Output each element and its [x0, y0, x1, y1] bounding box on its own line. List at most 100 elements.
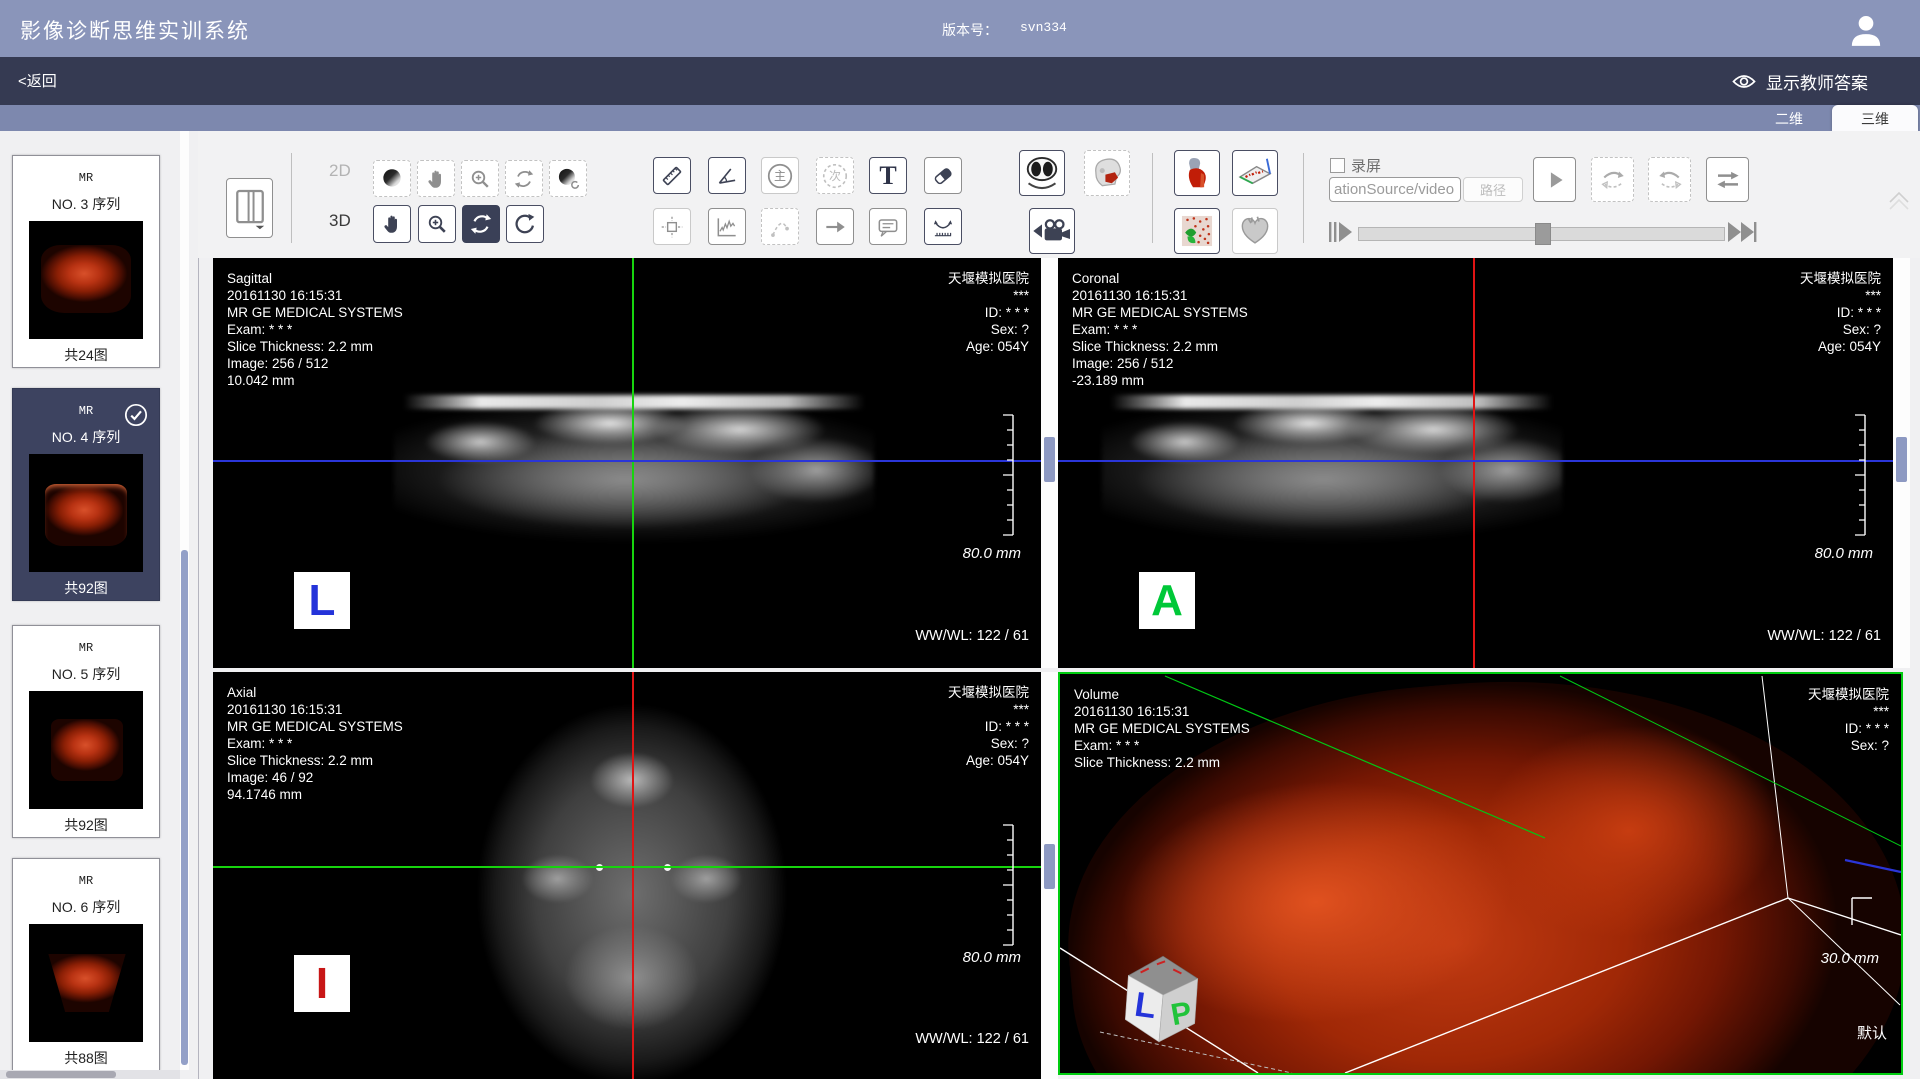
volume-preset-label: 默认	[1857, 1022, 1887, 1043]
series-image-count: 共92图	[13, 578, 159, 598]
coronal-scrollbar-thumb[interactable]	[1896, 437, 1907, 482]
series-card-no6[interactable]: MR NO. 6 序列 共88图	[12, 858, 160, 1071]
sidebar-hscrollbar-thumb[interactable]	[6, 1071, 116, 1078]
angle-icon	[714, 163, 740, 189]
crosshair-horizontal-blue[interactable]	[1058, 460, 1893, 462]
user-profile-button[interactable]	[1846, 10, 1886, 50]
pan-3d-button[interactable]	[373, 205, 411, 243]
rotate-icon	[512, 167, 536, 191]
segmentation-icon	[1178, 212, 1216, 250]
eraser-icon	[930, 163, 956, 189]
knee-mpr-preset-button[interactable]	[1174, 150, 1220, 196]
series-name: NO. 6 序列	[13, 897, 159, 917]
series-card-no5[interactable]: MR NO. 5 序列 共92图	[12, 625, 160, 838]
rotate-3d-button-selected[interactable]	[462, 205, 500, 243]
segmentation-preset-button[interactable]	[1174, 208, 1220, 254]
sidebar-scrollbar[interactable]	[180, 131, 189, 1070]
angle-tool-button[interactable]	[708, 157, 746, 194]
slice-registration-preset-button[interactable]	[1232, 150, 1278, 196]
axial-scrollbar[interactable]	[1041, 672, 1058, 1079]
viewport-axial[interactable]: Axial 20161130 16:15:31 MR GE MEDICAL SY…	[213, 672, 1041, 1079]
wwwl-2d-button[interactable]	[373, 160, 411, 197]
secondary-region-tool-button[interactable]: 次	[816, 157, 854, 194]
comment-tool-button[interactable]	[869, 208, 907, 245]
sidebar-scrollbar-thumb[interactable]	[181, 550, 188, 1065]
version-info: 版本号： svn334	[942, 20, 1067, 40]
sagittal-scrollbar-thumb[interactable]	[1044, 437, 1055, 482]
app-window: 影像诊断思维实训系统 版本号： svn334 <返回 显示教师答案 二维 三维	[0, 0, 1920, 1079]
crosshair-vertical-red[interactable]	[632, 672, 634, 1079]
record-checkbox[interactable]	[1330, 158, 1345, 173]
viewport-sagittal[interactable]: Sagittal 20161130 16:15:31 MR GE MEDICAL…	[213, 258, 1041, 668]
sidebar-hscrollbar[interactable]	[0, 1070, 180, 1079]
crosshair-vertical-green[interactable]	[632, 258, 634, 668]
histogram-tool-button[interactable]	[708, 208, 746, 245]
rotate-icon	[468, 211, 494, 237]
skull-volume-preset-button[interactable]	[1084, 150, 1130, 196]
selected-check-icon	[123, 402, 149, 428]
arrow-tool-icon	[822, 214, 848, 240]
pan-hand-icon	[424, 167, 448, 191]
record-path-button[interactable]: 路径	[1463, 177, 1523, 202]
crosshair-horizontal-blue[interactable]	[213, 460, 1041, 462]
pan-2d-button[interactable]	[417, 160, 455, 197]
orientation-cube[interactable]: L P	[1108, 947, 1214, 1049]
playback-slider[interactable]	[1358, 227, 1725, 241]
viewport-volume-selected[interactable]: Volume 20161130 16:15:31 MR GE MEDICAL S…	[1058, 672, 1903, 1075]
main-region-tool-button[interactable]: 主	[761, 157, 799, 194]
ct-slice-preset-button[interactable]	[1019, 150, 1065, 196]
tab-2d[interactable]: 二维	[1746, 105, 1832, 131]
rotate-2d-button[interactable]	[505, 160, 543, 197]
arrow-tool-button[interactable]	[816, 208, 854, 245]
zoom-3d-button[interactable]	[418, 205, 456, 243]
swap-direction-button[interactable]	[1706, 157, 1749, 202]
play-button[interactable]	[1533, 157, 1576, 202]
series-thumbnail	[29, 221, 143, 339]
zoom-in-icon	[468, 167, 492, 191]
collapse-toolbar-button[interactable]	[1886, 187, 1912, 220]
viewport-title: Coronal	[1072, 270, 1248, 287]
mode-2d-label: 2D	[329, 161, 351, 181]
viewport-layout-button[interactable]	[226, 178, 273, 238]
roi-box-icon	[659, 214, 685, 240]
coronal-mri-image	[1102, 389, 1562, 545]
sagittal-mri-image	[394, 389, 874, 545]
reset-view-icon	[512, 211, 538, 237]
export-video-button[interactable]	[1029, 208, 1075, 254]
histogram-icon	[714, 214, 740, 240]
series-image-count: 共24图	[13, 345, 159, 365]
eraser-tool-button[interactable]	[924, 157, 962, 194]
fast-forward-icon[interactable]	[1727, 219, 1763, 245]
axial-scrollbar-thumb[interactable]	[1044, 844, 1055, 889]
rotate-forward-button[interactable]	[1591, 157, 1634, 202]
scale-label: 80.0 mm	[963, 949, 1021, 966]
step-start-icon[interactable]	[1328, 219, 1356, 245]
rotate-backward-button[interactable]	[1648, 157, 1691, 202]
viewport-coronal[interactable]: Coronal 20161130 16:15:31 MR GE MEDICAL …	[1058, 258, 1893, 668]
text-tool-button[interactable]: T	[869, 157, 907, 194]
back-button[interactable]: <返回	[18, 70, 57, 91]
roi-box-tool-button[interactable]	[653, 208, 691, 245]
tab-3d[interactable]: 三维	[1832, 105, 1918, 131]
text-tool-icon: T	[879, 163, 896, 189]
zoom-2d-button[interactable]	[461, 160, 499, 197]
ruler-tool-button[interactable]	[653, 157, 691, 194]
crosshair-horizontal-green[interactable]	[213, 866, 1041, 868]
curve-ruler-tool-button[interactable]	[924, 208, 962, 245]
crosshair-vertical-red[interactable]	[1473, 258, 1475, 668]
record-path-input[interactable]	[1329, 177, 1461, 202]
sagittal-scrollbar[interactable]	[1041, 258, 1058, 668]
zoom-in-icon	[425, 212, 449, 236]
heart-volume-preset-button[interactable]	[1232, 208, 1278, 254]
wwwl-reset-2d-button[interactable]	[549, 160, 587, 197]
series-card-no4-selected[interactable]: MR NO. 4 序列 共92图	[12, 388, 160, 601]
coronal-scrollbar[interactable]	[1893, 258, 1910, 668]
playback-slider-thumb[interactable]	[1535, 223, 1551, 245]
play-icon	[1541, 166, 1569, 194]
series-name: NO. 5 序列	[13, 664, 159, 684]
reset-view-button[interactable]	[506, 205, 544, 243]
orientation-letter-box: I	[294, 955, 350, 1012]
show-teacher-answer-button[interactable]: 显示教师答案	[1726, 68, 1874, 95]
spline-tool-button[interactable]	[761, 208, 799, 245]
series-card-no3[interactable]: MR NO. 3 序列 共24图	[12, 155, 160, 368]
